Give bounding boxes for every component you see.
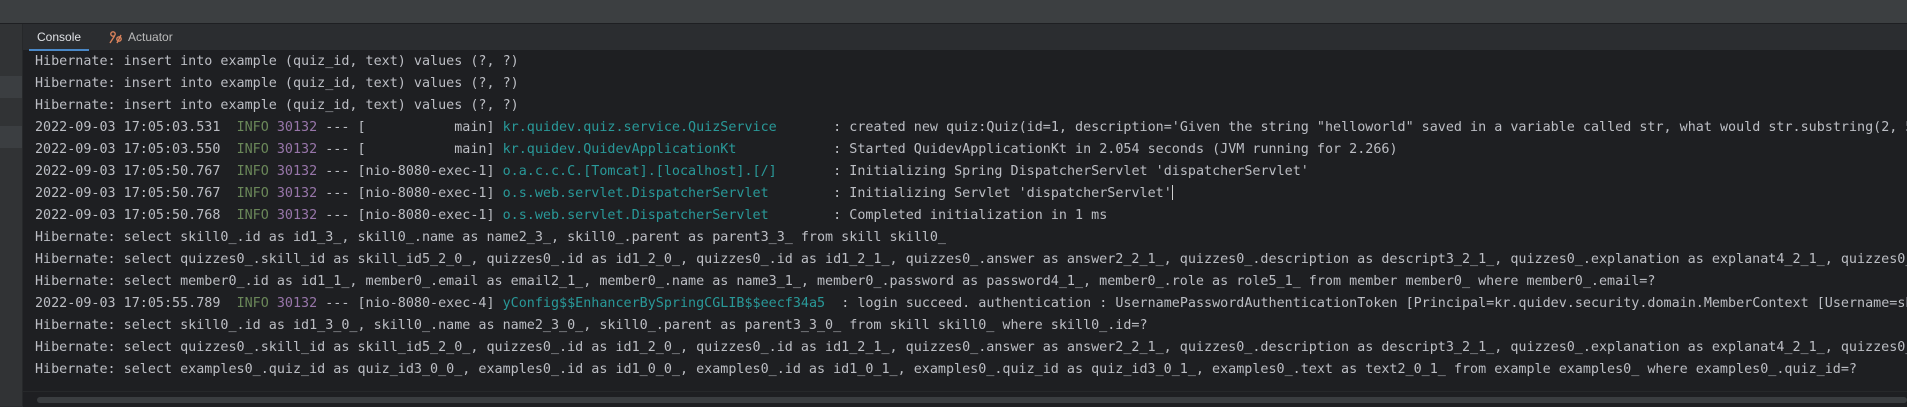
log-separator: --- [325, 120, 350, 135]
log-line: Hibernate: insert into example (quiz_id,… [35, 51, 519, 73]
log-level: INFO [236, 208, 269, 223]
log-level: INFO [236, 120, 269, 135]
log-pid: 30132 [276, 164, 318, 179]
log-text: Hibernate: select quizzes0_.skill_id as … [35, 340, 1907, 355]
log-line: Hibernate: select examples0_.quiz_id as … [35, 359, 1857, 381]
log-timestamp: 2022-09-03 17:05:03.550 [35, 142, 221, 157]
log-separator: --- [325, 296, 350, 311]
log-separator: --- [325, 208, 350, 223]
log-message: : Initializing Spring DispatcherServlet … [833, 164, 1309, 179]
tab-actuator[interactable]: Actuator [95, 24, 187, 50]
log-text: Hibernate: insert into example (quiz_id,… [35, 98, 519, 113]
tab-label: Console [37, 30, 82, 44]
top-toolbar [0, 0, 1907, 24]
log-thread: [ main] [357, 142, 495, 157]
tool-window-strip [0, 24, 23, 406]
log-text: Hibernate: select skill0_.id as id1_3_0_… [35, 318, 1148, 333]
tab-console[interactable]: Console [23, 24, 95, 51]
scrollbar-thumb[interactable] [37, 397, 1907, 403]
log-level: INFO [236, 142, 269, 157]
log-logger: o.a.c.c.C.[Tomcat].[localhost].[/] [502, 164, 826, 179]
log-logger: kr.quidev.quiz.service.QuizService [502, 120, 826, 135]
log-logger: o.s.web.servlet.DispatcherServlet [502, 208, 826, 223]
gutter-button[interactable] [0, 126, 22, 148]
log-line: Hibernate: insert into example (quiz_id,… [35, 95, 519, 117]
log-message: : login succeed. authentication : Userna… [833, 296, 1907, 311]
log-line: Hibernate: select skill0_.id as id1_3_, … [35, 227, 946, 249]
log-text: Hibernate: select skill0_.id as id1_3_, … [35, 230, 946, 245]
tab-label: Actuator [128, 30, 173, 44]
log-separator: --- [325, 186, 350, 201]
log-pid: 30132 [276, 142, 318, 157]
log-message: : created new quiz:Quiz(id=1, descriptio… [833, 120, 1907, 135]
log-text: Hibernate: select examples0_.quiz_id as … [35, 362, 1857, 377]
text-cursor [1171, 185, 1173, 200]
log-text: Hibernate: select member0_.id as id1_1_,… [35, 274, 1656, 289]
log-thread: [nio-8080-exec-1] [357, 164, 495, 179]
log-thread: [nio-8080-exec-1] [357, 208, 495, 223]
log-pid: 30132 [276, 296, 318, 311]
log-logger: kr.quidev.QuidevApplicationKt [502, 142, 826, 157]
log-level: INFO [236, 186, 269, 201]
log-thread: [nio-8080-exec-1] [357, 186, 495, 201]
log-line: Hibernate: select member0_.id as id1_1_,… [35, 271, 1655, 293]
log-thread: [nio-8080-exec-4] [357, 296, 495, 311]
log-line: 2022-09-03 17:05:50.767 INFO 30132 --- [… [35, 183, 1173, 205]
horizontal-scrollbar[interactable] [23, 391, 1907, 407]
log-level: INFO [236, 164, 269, 179]
log-line: 2022-09-03 17:05:50.768 INFO 30132 --- [… [35, 205, 1107, 227]
log-line: Hibernate: select quizzes0_.skill_id as … [35, 337, 1907, 359]
log-line: 2022-09-03 17:05:55.789 INFO 30132 --- [… [35, 293, 1907, 315]
log-separator: --- [325, 142, 350, 157]
log-timestamp: 2022-09-03 17:05:03.531 [35, 120, 221, 135]
log-message: : Started QuidevApplicationKt in 2.054 s… [833, 142, 1398, 157]
log-line: 2022-09-03 17:05:03.531 INFO 30132 --- [… [35, 117, 1907, 139]
log-message: : Initializing Servlet 'dispatcherServle… [833, 186, 1172, 201]
log-pid: 30132 [276, 208, 318, 223]
log-line: 2022-09-03 17:05:03.550 INFO 30132 --- [… [35, 139, 1398, 161]
gutter-button[interactable] [0, 76, 22, 98]
log-timestamp: 2022-09-03 17:05:50.767 [35, 164, 221, 179]
actuator-icon [109, 30, 123, 44]
log-logger: o.s.web.servlet.DispatcherServlet [502, 186, 826, 201]
log-timestamp: 2022-09-03 17:05:55.789 [35, 296, 221, 311]
log-line: Hibernate: select skill0_.id as id1_3_0_… [35, 315, 1148, 337]
log-pid: 30132 [276, 186, 318, 201]
tool-window-tabs: Console Actuator [23, 24, 1907, 51]
log-timestamp: 2022-09-03 17:05:50.767 [35, 186, 221, 201]
log-thread: [ main] [357, 120, 495, 135]
log-timestamp: 2022-09-03 17:05:50.768 [35, 208, 221, 223]
console-output[interactable]: Hibernate: insert into example (quiz_id,… [23, 51, 1907, 391]
log-logger: yConfig$$EnhancerBySpringCGLIB$$eecf34a5 [502, 296, 826, 311]
log-separator: --- [325, 164, 350, 179]
log-line: Hibernate: select quizzes0_.skill_id as … [35, 249, 1907, 271]
log-text: Hibernate: select quizzes0_.skill_id as … [35, 252, 1907, 267]
log-text: Hibernate: insert into example (quiz_id,… [35, 54, 519, 69]
log-line: 2022-09-03 17:05:50.767 INFO 30132 --- [… [35, 161, 1309, 183]
log-text: Hibernate: insert into example (quiz_id,… [35, 76, 519, 91]
log-level: INFO [236, 296, 269, 311]
log-pid: 30132 [276, 120, 318, 135]
log-line: Hibernate: insert into example (quiz_id,… [35, 73, 519, 95]
log-message: : Completed initialization in 1 ms [833, 208, 1108, 223]
